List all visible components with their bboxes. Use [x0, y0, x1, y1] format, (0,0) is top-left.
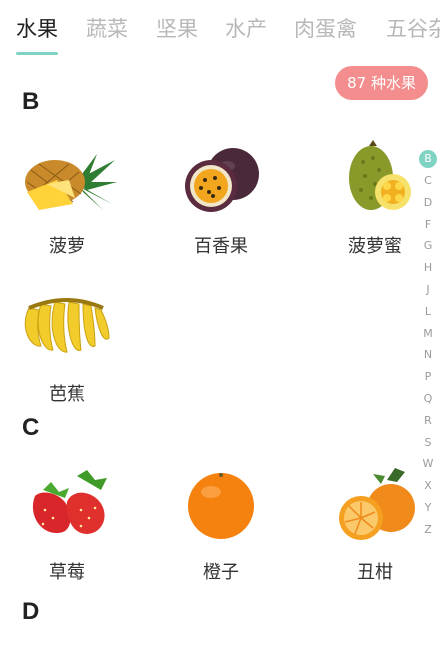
fruit-item-pineapple[interactable]: 菠萝	[12, 140, 122, 258]
category-tabs: 水果 蔬菜 坚果 水产 肉蛋禽 五谷杂	[0, 0, 440, 62]
passion-fruit-image	[185, 148, 259, 212]
fruit-name: 菠萝蜜	[348, 236, 402, 257]
section-letter-b: B	[22, 88, 40, 115]
fruit-name: 草莓	[49, 562, 85, 583]
orange-image	[188, 473, 254, 539]
fruit-item-passion-fruit[interactable]: 百香果	[166, 140, 276, 258]
alpha-index-p[interactable]: P	[416, 366, 440, 388]
active-tab-indicator	[16, 52, 58, 55]
fruit-name: 芭蕉	[49, 384, 85, 405]
alpha-index-g[interactable]: G	[416, 235, 440, 257]
tab-nuts[interactable]: 坚果	[156, 16, 198, 42]
pineapple-image	[25, 154, 117, 210]
alpha-index-n[interactable]: N	[416, 344, 440, 366]
plantain-image	[24, 298, 110, 353]
alpha-index-y[interactable]: Y	[416, 497, 440, 519]
alpha-index-m[interactable]: M	[416, 323, 440, 345]
tab-fruit[interactable]: 水果	[16, 16, 58, 42]
alpha-index-c[interactable]: C	[416, 170, 440, 192]
fruit-name: 橙子	[203, 562, 239, 583]
alpha-index-q[interactable]: Q	[416, 388, 440, 410]
fruit-item-plantain[interactable]: 芭蕉	[12, 288, 122, 406]
alpha-index-z[interactable]: Z	[416, 519, 440, 541]
strawberry-image	[32, 470, 107, 534]
alpha-index-r[interactable]: R	[416, 410, 440, 432]
alpha-index-x[interactable]: X	[416, 475, 440, 497]
fruit-name: 丑柑	[357, 562, 393, 583]
alpha-index-f[interactable]: F	[416, 214, 440, 236]
tab-seafood[interactable]: 水产	[225, 16, 267, 42]
fruit-item-ugly-tangerine[interactable]: 丑柑	[320, 466, 430, 584]
fruit-name: 百香果	[194, 236, 248, 257]
alpha-index-w[interactable]: W	[416, 453, 440, 475]
alpha-index-s[interactable]: S	[416, 432, 440, 454]
tab-vegetables[interactable]: 蔬菜	[86, 16, 128, 42]
fruit-item-strawberry[interactable]: 草莓	[12, 466, 122, 584]
section-letter-c: C	[22, 414, 40, 441]
alpha-index-b[interactable]: B	[419, 150, 437, 168]
alpha-index-j[interactable]: J	[416, 279, 440, 301]
tab-grains[interactable]: 五谷杂	[386, 16, 440, 42]
alphabet-index: B C D F G H J L M N P Q R S W X Y Z	[416, 148, 440, 541]
alpha-index-d[interactable]: D	[416, 192, 440, 214]
fruit-item-orange[interactable]: 橙子	[166, 466, 276, 584]
alpha-index-l[interactable]: L	[416, 301, 440, 323]
jackfruit-image	[349, 140, 411, 210]
tab-meat-egg-poultry[interactable]: 肉蛋禽	[294, 16, 357, 42]
fruit-name: 菠萝	[49, 236, 85, 257]
alpha-index-h[interactable]: H	[416, 257, 440, 279]
ugly-tangerine-image	[339, 468, 415, 540]
fruit-item-jackfruit[interactable]: 菠萝蜜	[320, 140, 430, 258]
fruit-count-badge: 87 种水果	[335, 66, 428, 100]
section-letter-d: D	[22, 598, 40, 625]
